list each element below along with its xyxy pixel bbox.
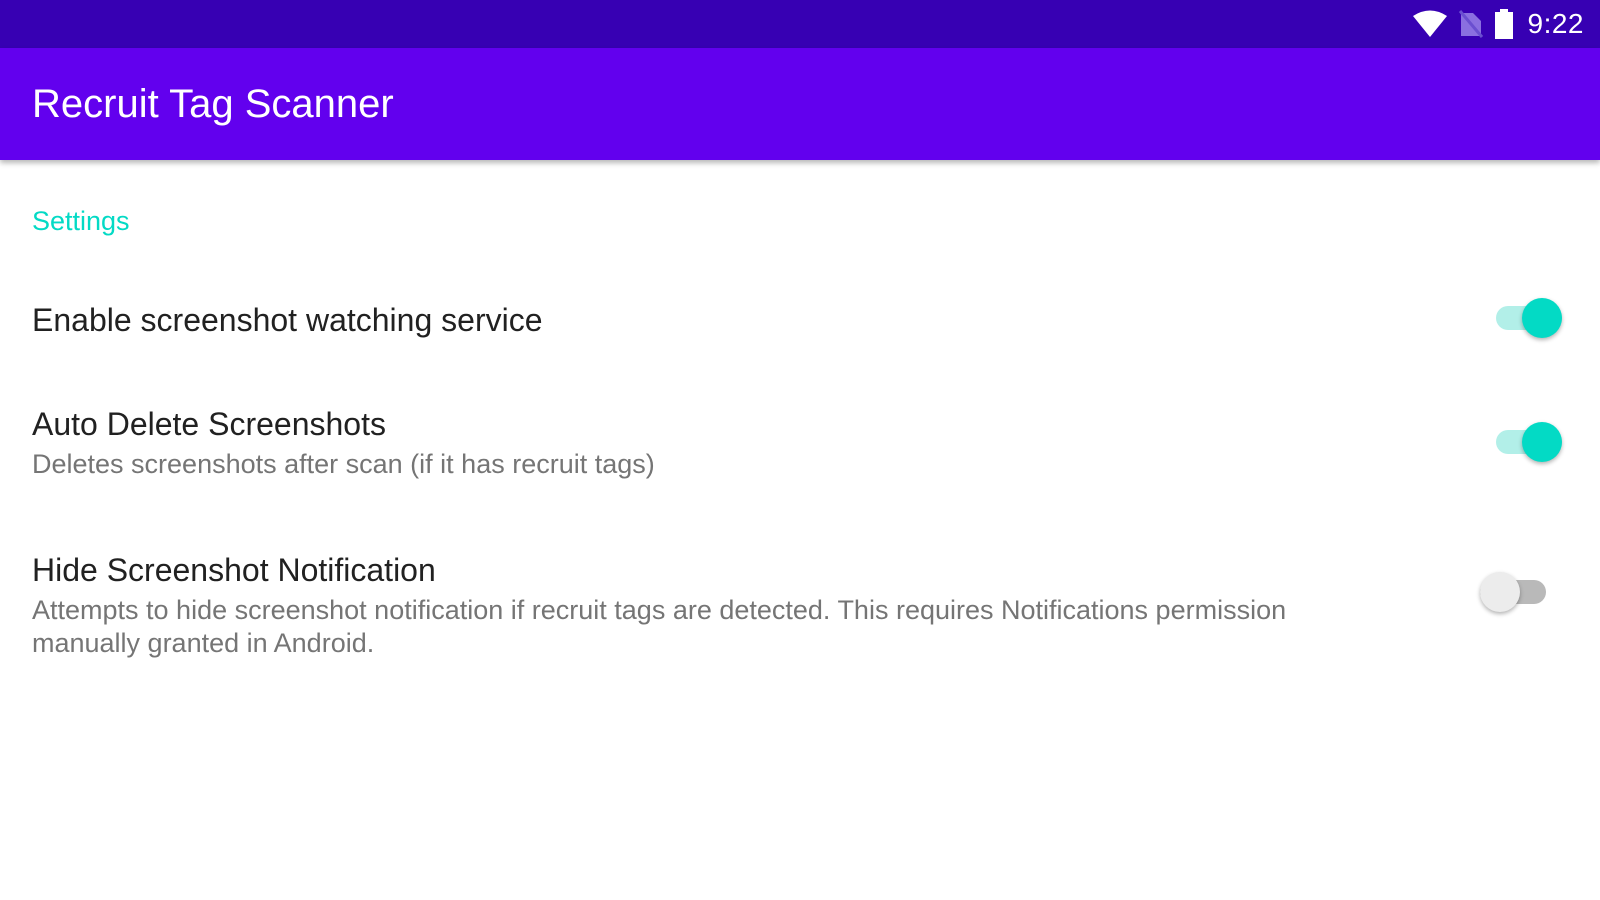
- switch-thumb: [1522, 298, 1562, 338]
- settings-list: Settings Enable screenshot watching serv…: [0, 160, 1600, 900]
- battery-icon: [1494, 8, 1514, 40]
- pref-summary: Deletes screenshots after scan (if it ha…: [32, 449, 655, 479]
- status-clock: 9:22: [1527, 8, 1584, 39]
- pref-summary: Attempts to hide screenshot notification…: [32, 595, 1287, 658]
- auto-delete-screenshots-switch[interactable]: [1496, 422, 1562, 462]
- app-bar: Recruit Tag Scanner: [0, 48, 1600, 160]
- switch-thumb: [1480, 572, 1520, 612]
- pref-hide-screenshot-notification[interactable]: Hide Screenshot Notification Attempts to…: [0, 520, 1600, 670]
- pref-screenshot-watching-service[interactable]: Enable screenshot watching service: [0, 270, 1600, 370]
- pref-title: Enable screenshot watching service: [32, 302, 543, 338]
- hide-screenshot-notification-switch[interactable]: [1480, 572, 1546, 612]
- pref-title: Hide Screenshot Notification: [32, 552, 436, 588]
- wifi-icon: [1412, 10, 1448, 38]
- pref-auto-delete-screenshots[interactable]: Auto Delete Screenshots Deletes screensh…: [0, 380, 1600, 510]
- status-bar: 9:22: [0, 0, 1600, 48]
- screenshot-watching-service-switch[interactable]: [1496, 298, 1562, 338]
- switch-thumb: [1522, 422, 1562, 462]
- status-icons: 9:22: [1412, 0, 1585, 48]
- no-sim-icon: [1458, 9, 1484, 39]
- app-title: Recruit Tag Scanner: [32, 82, 394, 126]
- settings-category-title: Settings: [32, 206, 130, 236]
- pref-title: Auto Delete Screenshots: [32, 406, 386, 442]
